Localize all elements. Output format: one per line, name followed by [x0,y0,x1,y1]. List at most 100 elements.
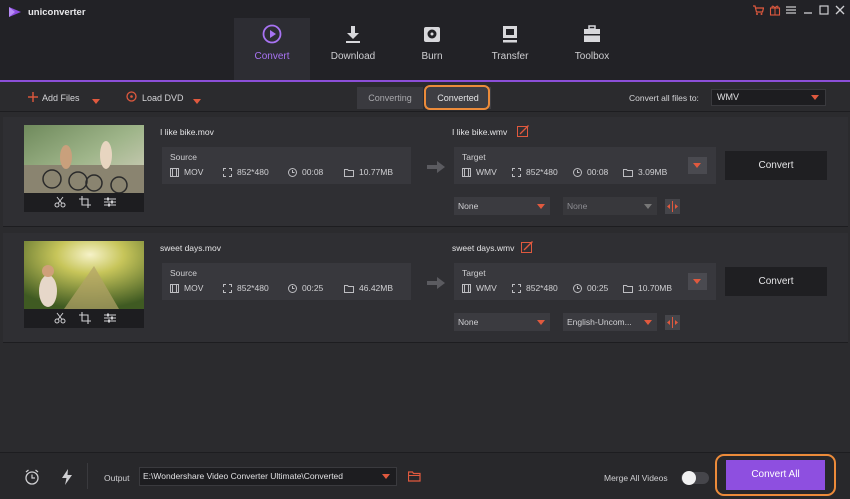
convert-icon [262,24,282,44]
source-size: 46.42MB [359,283,394,293]
chevron-down-icon [811,95,819,100]
output-path-select[interactable]: E:\Wondershare Video Converter Ultimate\… [139,467,397,486]
source-duration: 00:08 [302,167,324,177]
trim-icon[interactable] [54,312,66,324]
subtitle-select[interactable]: None [454,313,550,331]
tab-convert[interactable]: Convert [234,18,310,80]
dvd-icon [126,91,137,102]
video-format-icon [170,284,179,293]
target-settings-dropdown[interactable] [688,157,707,174]
target-duration: 00:25 [587,283,609,293]
schedule-alarm-icon[interactable] [24,469,40,485]
high-speed-icon[interactable] [61,469,73,485]
edit-name-icon[interactable] [521,241,533,253]
cart-icon[interactable] [752,4,765,16]
merge-split-icon[interactable] [665,199,680,214]
add-files-button[interactable]: Add Files [28,91,80,105]
effects-icon[interactable] [104,196,116,208]
file-row: I like bike.mov Source MOV 852*480 00:08… [3,117,848,227]
edit-name-icon[interactable] [517,125,529,137]
tab-converting[interactable]: Converting [357,87,423,109]
source-resolution: 852*480 [237,283,269,293]
merge-split-icon[interactable] [665,315,680,330]
convert-all-format-select[interactable]: WMV [711,89,826,106]
tab-transfer-label: Transfer [491,51,529,62]
source-info-panel: Source MOV 852*480 00:25 46.42MB [162,263,411,300]
resolution-icon [512,284,521,293]
load-dvd-label: Load DVD [142,93,184,103]
target-settings-dropdown[interactable] [688,273,707,290]
chevron-down-icon [644,204,652,209]
tab-burn-label: Burn [421,51,443,62]
merge-all-videos-toggle[interactable] [681,471,709,485]
video-format-icon [170,168,179,177]
top-navigation-bar: uniconverter Convert Download Burn Trans… [0,0,850,82]
file-list-empty-area [3,344,848,451]
toolbox-icon [584,25,600,42]
audio-track-value: English-Uncom... [567,317,632,327]
crop-icon[interactable] [79,312,91,324]
target-info-panel: Target WMV 852*480 00:08 3.09MB [454,147,716,184]
target-size: 3.09MB [638,167,668,177]
merge-all-videos-label: Merge All Videos [604,473,668,483]
folder-icon [344,285,354,293]
convert-button[interactable]: Convert [725,267,827,296]
target-format: WMV [476,283,497,293]
audio-track-select[interactable]: None [563,197,657,215]
load-dvd-dropdown-icon[interactable] [193,96,201,106]
app-title: uniconverter [28,7,86,18]
crop-icon[interactable] [79,196,91,208]
gift-icon[interactable] [769,4,781,16]
target-resolution: 852*480 [526,283,558,293]
minimize-icon[interactable] [802,4,814,16]
tab-transfer[interactable]: Transfer [472,18,548,80]
subtitle-value: None [458,317,479,327]
chevron-down-icon [537,320,545,325]
duration-icon [573,168,582,177]
source-resolution: 852*480 [237,167,269,177]
divider [87,463,88,489]
arrow-right-icon [427,277,445,289]
target-title: Target [462,268,486,278]
video-thumbnail[interactable] [24,125,144,212]
open-folder-icon[interactable] [408,471,421,482]
chevron-down-icon [382,474,390,479]
menu-icon[interactable] [785,4,797,16]
tab-toolbox-label: Toolbox [574,51,610,62]
load-dvd-button[interactable]: Load DVD [126,91,184,105]
resolution-icon [223,168,232,177]
audio-track-value: None [567,201,588,211]
add-files-label: Add Files [42,93,80,103]
video-format-icon [462,284,471,293]
target-info-panel: Target WMV 852*480 00:25 10.70MB [454,263,716,300]
file-row: sweet days.mov Source MOV 852*480 00:25 … [3,233,848,343]
target-resolution: 852*480 [526,167,558,177]
maximize-icon[interactable] [818,4,830,16]
convert-all-files-label: Convert all files to: [629,93,699,103]
folder-icon [344,169,354,177]
download-icon [346,26,360,43]
thumbnail-tools [24,193,144,212]
subtitle-select[interactable]: None [454,197,550,215]
tab-burn[interactable]: Burn [394,18,470,80]
transfer-icon [503,26,517,43]
video-format-icon [462,168,471,177]
target-file-name: I like bike.wmv [452,127,508,137]
trim-icon[interactable] [54,196,66,208]
burn-icon [424,27,440,42]
plus-icon [28,92,38,102]
effects-icon[interactable] [104,312,116,324]
add-files-dropdown-icon[interactable] [92,96,100,106]
toggle-knob [682,471,696,485]
chevron-down-icon [693,279,701,284]
tab-download-label: Download [330,51,376,62]
tab-toolbox[interactable]: Toolbox [554,18,630,80]
video-thumbnail[interactable] [24,241,144,328]
source-title: Source [170,268,197,278]
convert-button[interactable]: Convert [725,151,827,180]
close-icon[interactable] [834,4,846,16]
tab-download[interactable]: Download [315,18,391,80]
resolution-icon [512,168,521,177]
audio-track-select[interactable]: English-Uncom... [563,313,657,331]
source-format: MOV [184,167,204,177]
